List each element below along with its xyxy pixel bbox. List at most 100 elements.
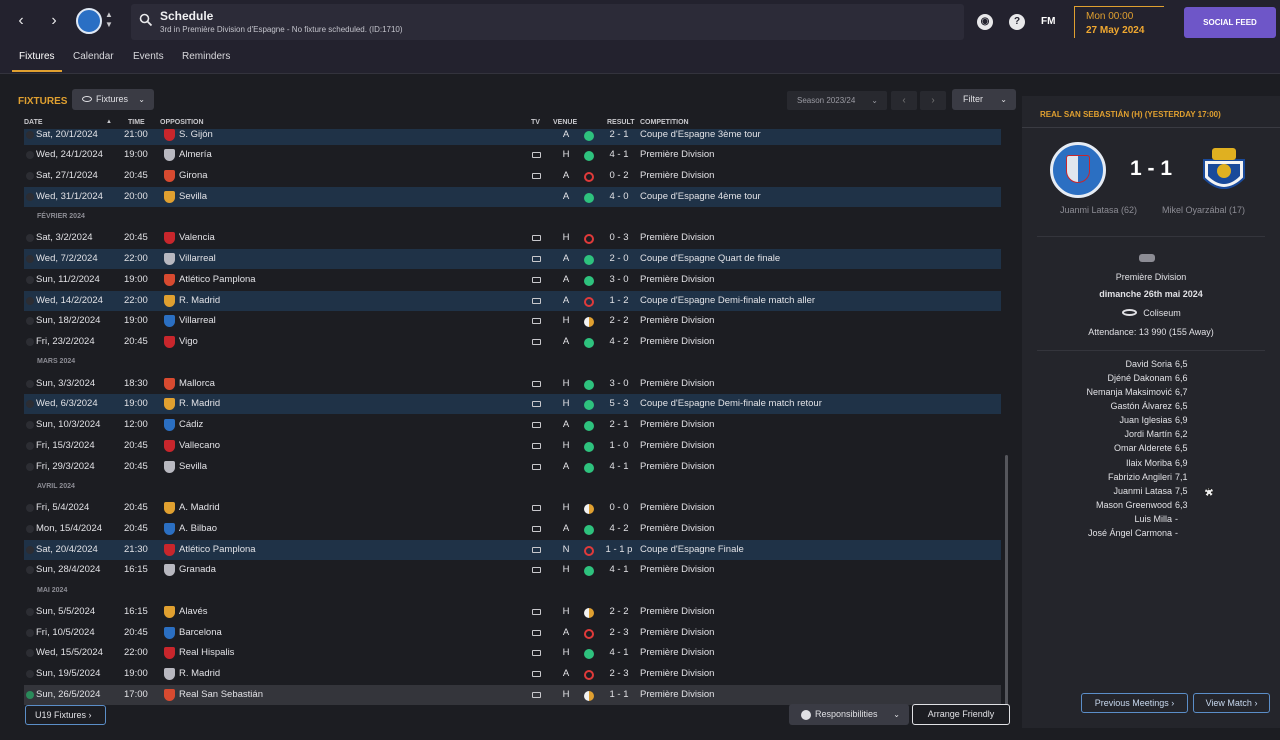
col-tv[interactable]: TV (531, 119, 540, 126)
fixture-row[interactable]: Sun, 3/3/2024 18:30 Mallorca H 3 - 0 Première… (24, 374, 1001, 394)
fixture-opposition[interactable]: A. Madrid (179, 502, 220, 513)
previous-meetings-button[interactable]: Previous Meetings › (1081, 693, 1188, 713)
fixture-row[interactable]: Fri, 23/2/2024 20:45 Vigo A 4 - 2 Première Di… (24, 332, 1001, 352)
fixture-row[interactable]: Wed, 24/1/2024 19:00 Almería H 4 - 1 Première… (24, 145, 1001, 165)
fixture-time: 21:00 (124, 129, 148, 140)
fixture-opposition[interactable]: Mallorca (179, 378, 215, 389)
fixture-row[interactable]: Sun, 28/4/2024 16:15 Granada H 4 - 1 Première… (24, 560, 1001, 580)
player-name[interactable]: José Ángel Carmona (1012, 528, 1172, 538)
fixture-opposition[interactable]: Atlético Pamplona (179, 544, 256, 555)
fixture-row[interactable]: Sun, 10/3/2024 12:00 Cádiz A 2 - 1 Première D… (24, 415, 1001, 435)
fixture-row[interactable]: Wed, 31/1/2024 20:00 Sevilla A 4 - 0 Coupe d'… (24, 186, 1001, 207)
view-match-button[interactable]: View Match › (1193, 693, 1270, 713)
fixture-opposition[interactable]: Almería (179, 149, 212, 160)
fixture-opposition[interactable]: Sevilla (179, 191, 207, 202)
fixture-opposition[interactable]: Sevilla (179, 461, 207, 472)
fixture-row[interactable]: Sun, 18/2/2024 19:00 Villarreal H 2 - 2 Premi… (24, 311, 1001, 331)
player-name[interactable]: David Soria (1012, 359, 1172, 369)
filter-button[interactable]: Filter ⌄ (952, 89, 1016, 110)
fixture-opposition[interactable]: A. Bilbao (179, 523, 217, 534)
season-select[interactable]: Season 2023/24 ⌄ (787, 91, 887, 110)
player-name[interactable]: Omar Alderete (1012, 443, 1172, 453)
fixture-opposition[interactable]: Real Hispalis (179, 647, 234, 658)
fixture-opposition[interactable]: Villarreal (179, 253, 216, 264)
fixture-opposition[interactable]: Cádiz (179, 419, 203, 430)
player-name[interactable]: Djéné Dakonam (1012, 373, 1172, 383)
col-venue[interactable]: VENUE (553, 119, 577, 126)
player-name[interactable]: Gastón Álvarez (1012, 401, 1172, 411)
fixture-opposition[interactable]: R. Madrid (179, 668, 220, 679)
fixture-row[interactable]: Wed, 6/3/2024 19:00 R. Madrid H 5 - 3 Coupe d… (24, 394, 1001, 415)
tab-calendar[interactable]: Calendar (73, 51, 114, 62)
fm-logo[interactable]: FM (1041, 16, 1055, 27)
player-name[interactable]: Juanmi Latasa (1012, 486, 1172, 496)
fixture-row[interactable]: Wed, 14/2/2024 22:00 R. Madrid A 1 - 2 Coupe … (24, 290, 1001, 311)
fixture-row[interactable]: Fri, 15/3/2024 20:45 Vallecano H 1 - 0 Premiè… (24, 436, 1001, 456)
back-icon[interactable]: ‹ (9, 9, 33, 33)
u19-fixtures-button[interactable]: U19 Fixtures › (25, 705, 106, 725)
fixture-row[interactable]: Mon, 15/4/2024 20:45 A. Bilbao A 4 - 2 Premiè… (24, 519, 1001, 539)
tab-events[interactable]: Events (133, 51, 164, 62)
game-date[interactable]: Mon 00:00 27 May 2024 (1074, 6, 1164, 38)
fixture-opposition[interactable]: S. Gijón (179, 129, 213, 140)
fixture-row[interactable]: Sat, 27/1/2024 20:45 Girona A 0 - 2 Première … (24, 166, 1001, 186)
fixture-opposition[interactable]: Barcelona (179, 627, 222, 638)
tab-fixtures[interactable]: Fixtures (19, 51, 55, 62)
fixture-row[interactable]: Wed, 15/5/2024 22:00 Real Hispalis H 4 - 1 Pr… (24, 643, 1001, 663)
social-feed-button[interactable]: SOCIAL FEED (1184, 7, 1276, 38)
fixture-row[interactable]: Sun, 19/5/2024 19:00 R. Madrid A 2 - 3 Premiè… (24, 664, 1001, 684)
tab-reminders[interactable]: Reminders (182, 51, 230, 62)
pulse-icon[interactable]: ◉ (977, 14, 993, 30)
fixture-row[interactable]: Fri, 5/4/2024 20:45 A. Madrid H 0 - 0 Premièr… (24, 498, 1001, 518)
fixture-row[interactable]: Sun, 26/5/2024 17:00 Real San Sebastián H 1 … (24, 684, 1001, 705)
sort-asc-icon[interactable]: ▲ (106, 119, 112, 125)
arrange-friendly-button[interactable]: Arrange Friendly (912, 704, 1010, 725)
player-name[interactable]: Ilaix Moriba (1012, 458, 1172, 468)
game-day: 27 May 2024 (1086, 25, 1145, 36)
col-result[interactable]: RESULT (607, 119, 634, 126)
fixture-time: 12:00 (124, 419, 148, 430)
fixture-opposition[interactable]: Real San Sebastián (179, 689, 263, 700)
fixture-venue: A (562, 273, 570, 285)
fixture-time: 20:45 (124, 460, 148, 472)
player-name[interactable]: Nemanja Maksimović (1012, 387, 1172, 397)
player-name[interactable]: Juan Iglesias (1012, 415, 1172, 425)
fixture-opposition[interactable]: Villarreal (179, 315, 216, 326)
tv-icon (532, 567, 541, 574)
fixture-opposition[interactable]: Girona (179, 170, 208, 181)
responsibilities-button[interactable]: Responsibilities ⌄ (789, 704, 909, 725)
player-name[interactable]: Mason Greenwood (1012, 500, 1172, 510)
player-name[interactable]: Jordi Martín (1012, 429, 1172, 439)
club-logo-icon[interactable] (76, 8, 102, 34)
col-opposition[interactable]: OPPOSITION (160, 119, 204, 126)
fixture-opposition[interactable]: Vigo (179, 336, 198, 347)
fixture-row[interactable]: Sun, 11/2/2024 19:00 Atlético Pamplona A 3 -… (24, 270, 1001, 290)
search-icon[interactable] (139, 13, 153, 27)
prev-page-icon[interactable]: ‹ (891, 91, 917, 110)
col-competition[interactable]: COMPETITION (640, 119, 689, 126)
player-name[interactable]: Fabrizio Angileri (1012, 472, 1172, 482)
fixture-row[interactable]: Wed, 7/2/2024 22:00 Villarreal A 2 - 0 Coupe … (24, 249, 1001, 269)
fixture-row[interactable]: Fri, 29/3/2024 20:45 Sevilla A 4 - 1 Première… (24, 457, 1001, 477)
fixtures-view-dropdown[interactable]: Fixtures ⌄ (72, 89, 154, 110)
fixture-opposition[interactable]: Vallecano (179, 440, 220, 451)
fixture-row[interactable]: Sat, 20/1/2024 21:00 S. Gijón A 2 - 1 Coupe d… (24, 129, 1001, 145)
forward-icon[interactable]: › (42, 9, 66, 33)
col-date[interactable]: DATE (24, 119, 43, 126)
player-name[interactable]: Luis Milla (1012, 514, 1172, 524)
fixture-opposition[interactable]: Atlético Pamplona (179, 274, 256, 285)
fixture-opposition[interactable]: R. Madrid (179, 398, 220, 409)
fixture-row[interactable]: Sun, 5/5/2024 16:15 Alavés H 2 - 2 Première D… (24, 602, 1001, 622)
club-switch-icon[interactable]: ▲ ▼ (105, 10, 113, 30)
fixture-opposition[interactable]: R. Madrid (179, 295, 220, 306)
fixture-opposition[interactable]: Valencia (179, 232, 215, 243)
fixture-opposition[interactable]: Granada (179, 564, 216, 575)
help-icon[interactable]: ? (1009, 14, 1025, 30)
fixture-row[interactable]: Sat, 3/2/2024 20:45 Valencia H 0 - 3 Première… (24, 228, 1001, 248)
col-time[interactable]: TIME (128, 119, 145, 126)
next-page-icon[interactable]: › (920, 91, 946, 110)
fixture-row[interactable]: Sat, 20/4/2024 21:30 Atlético Pamplona N 1 -… (24, 539, 1001, 560)
fixture-opposition[interactable]: Alavés (179, 606, 208, 617)
scrollbar[interactable] (1005, 455, 1008, 707)
fixture-row[interactable]: Fri, 10/5/2024 20:45 Barcelona A 2 - 3 Premiè… (24, 623, 1001, 643)
